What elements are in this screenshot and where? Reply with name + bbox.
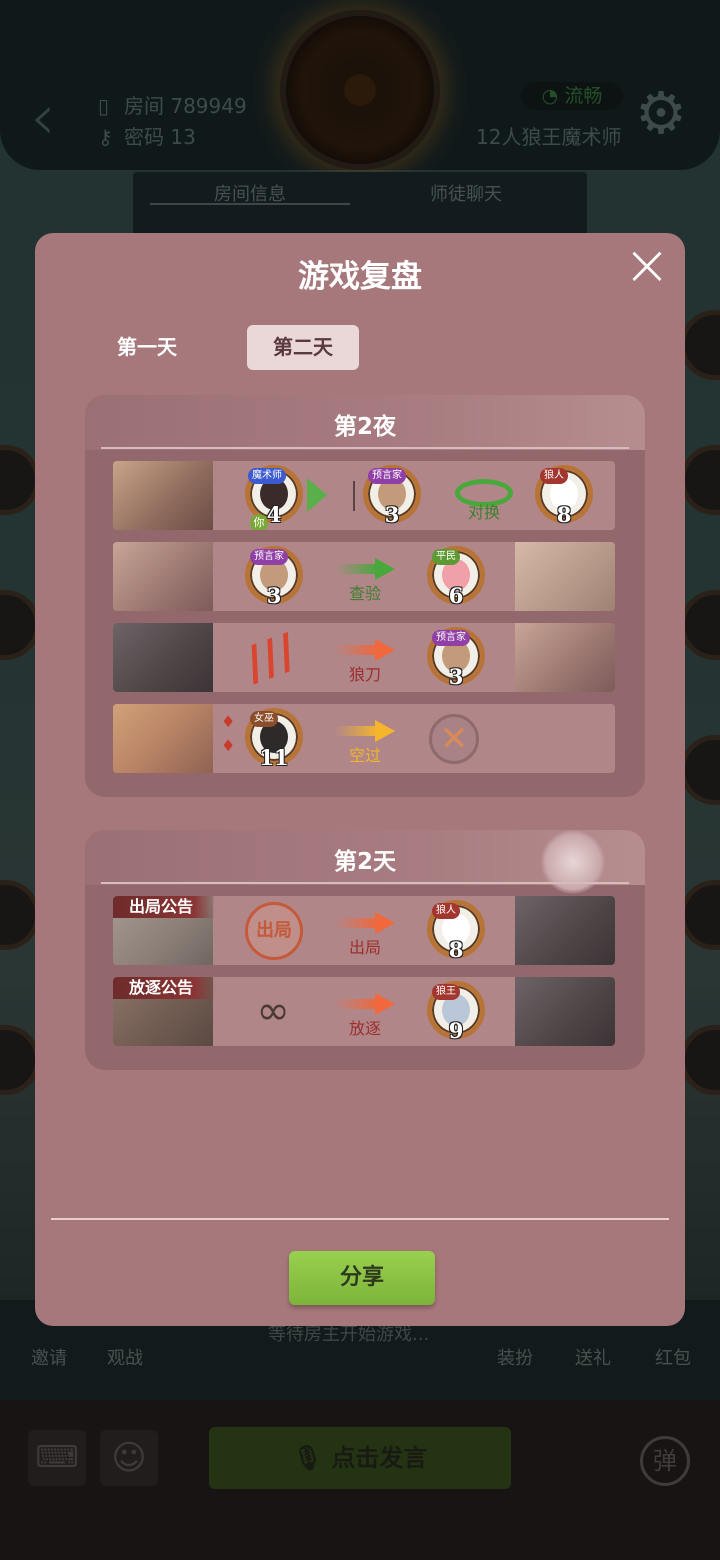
action-label: 出局 xyxy=(348,938,381,957)
night-action-row: 魔术师 你 4 预言家 3 对换 狼人 8 xyxy=(113,461,615,530)
play-arrow-icon xyxy=(307,478,327,512)
seat-number: 9 xyxy=(448,1018,464,1043)
role-badge: 狼人 xyxy=(432,903,460,919)
action-label: 对换 xyxy=(467,503,500,522)
role-badge: 预言家 xyxy=(432,630,470,646)
seat-number: 3 xyxy=(448,664,464,689)
arrow-icon xyxy=(335,720,397,742)
day-title: 第2天 xyxy=(333,849,396,875)
night-title: 第2夜 xyxy=(333,414,396,440)
share-button[interactable]: 分享 xyxy=(289,1251,435,1305)
seat-number: 8 xyxy=(448,937,464,962)
night-section: 第2夜 魔术师 你 4 预言家 3 对换 狼人 8 预言家 3 查验 平民 6 … xyxy=(85,395,645,797)
werewolf-portrait xyxy=(515,896,615,965)
arrow-icon xyxy=(335,639,397,661)
day-announcement-row: 放逐公告 ∞ 放逐 狼王 9 xyxy=(113,977,615,1046)
role-badge: 狼人 xyxy=(540,468,568,484)
night-action-row: ♦ ♦ 女巫 11 空过 ✕ xyxy=(113,704,615,773)
no-target-icon: ✕ xyxy=(429,714,479,764)
night-action-row: 预言家 3 查验 平民 6 xyxy=(113,542,615,611)
role-badge: 魔术师 xyxy=(248,468,286,484)
action-label: 放逐 xyxy=(348,1019,381,1038)
arrow-icon xyxy=(335,993,397,1015)
seat-number: 3 xyxy=(266,583,282,608)
seer-portrait xyxy=(515,623,615,692)
action-label: 查验 xyxy=(348,584,381,603)
seat-number: 8 xyxy=(556,502,572,527)
player-avatar[interactable]: 狼人 8 xyxy=(427,900,485,962)
announcement-tag: 放逐公告 xyxy=(113,977,216,999)
role-badge: 女巫 xyxy=(250,711,278,727)
seat-number: 4 xyxy=(266,502,282,527)
villager-portrait xyxy=(515,542,615,611)
potion-icon: ♦ ♦ xyxy=(221,712,236,755)
role-badge: 预言家 xyxy=(368,468,406,484)
shackle-icon: ∞ xyxy=(256,988,290,1034)
game-review-modal: 游戏复盘 × 第一天 第二天 第2夜 魔术师 你 4 预言家 3 对换 狼人 8… xyxy=(35,233,685,1326)
day-section: 第2天 出局公告 出局 出局 狼人 8 放逐公告 ∞ 放逐 狼王 9 xyxy=(85,830,645,1070)
player-avatar[interactable]: 狼人 8 xyxy=(535,465,593,527)
role-badge: 预言家 xyxy=(250,549,288,565)
player-avatar[interactable]: 预言家 3 xyxy=(427,627,485,689)
seat-number: 6 xyxy=(448,583,464,608)
arrow-icon xyxy=(335,912,397,934)
day-announcement-row: 出局公告 出局 出局 狼人 8 xyxy=(113,896,615,965)
seer-portrait xyxy=(113,542,213,611)
magician-portrait xyxy=(113,461,213,530)
player-avatar[interactable]: 女巫 11 xyxy=(245,708,303,770)
claw-icon: /// xyxy=(237,623,304,691)
witch-portrait xyxy=(113,704,213,773)
player-avatar[interactable]: 平民 6 xyxy=(427,546,485,608)
seat-number: 11 xyxy=(259,745,289,770)
close-icon[interactable]: × xyxy=(622,238,672,294)
action-label: 狼刀 xyxy=(348,665,381,684)
tab-day-one[interactable]: 第一天 xyxy=(91,325,203,370)
tab-day-two[interactable]: 第二天 xyxy=(247,325,359,370)
werewolf-portrait xyxy=(113,623,213,692)
night-action-row: /// 狼刀 预言家 3 xyxy=(113,623,615,692)
seat-number: 3 xyxy=(384,502,400,527)
out-stamp-icon: 出局 xyxy=(245,902,303,960)
player-avatar[interactable]: 预言家 3 xyxy=(245,546,303,608)
modal-title: 游戏复盘 xyxy=(298,259,422,295)
player-avatar[interactable]: 预言家 3 xyxy=(363,465,421,527)
role-badge: 平民 xyxy=(432,549,460,565)
arrow-icon xyxy=(335,558,397,580)
role-badge: 狼王 xyxy=(432,984,460,1000)
player-avatar[interactable]: 狼王 9 xyxy=(427,981,485,1043)
action-label: 空过 xyxy=(348,746,381,765)
announcement-tag: 出局公告 xyxy=(113,896,216,918)
player-avatar[interactable]: 魔术师 你 4 xyxy=(245,465,303,530)
wolf-king-portrait xyxy=(515,977,615,1046)
